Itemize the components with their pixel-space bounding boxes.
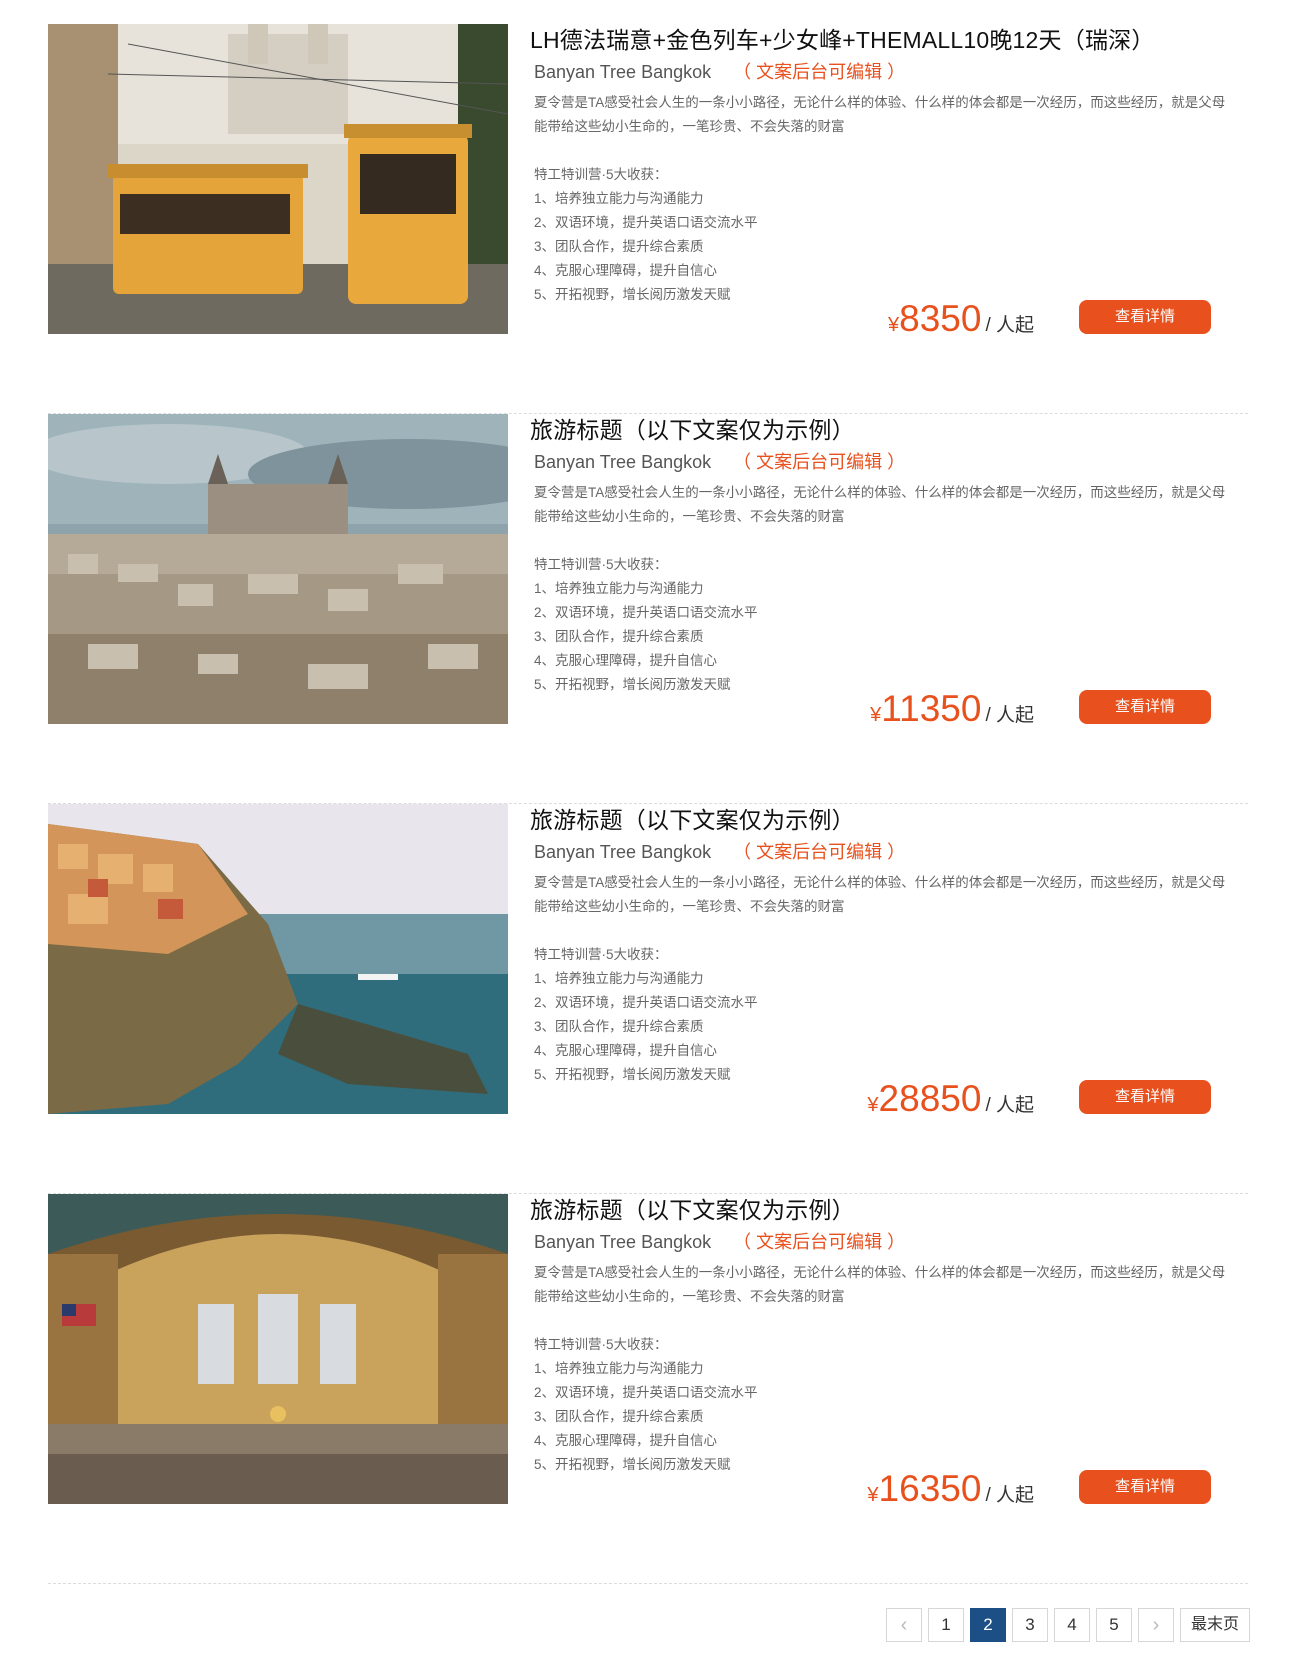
currency-symbol: ¥ <box>888 314 900 336</box>
prev-page-button[interactable]: ‹ <box>885 1608 922 1642</box>
price-value: 11350 <box>881 688 982 729</box>
tour-description: 夏令营是TA感受社会人生的一条小小路径，无论什么样的体验、什么样的体会都是一次经… <box>534 485 1226 524</box>
hotel-name: Banyan Tree Bangkok <box>534 1232 712 1252</box>
gain-item: 3、团队合作，提升综合素质 <box>534 1409 704 1424</box>
page-3-button[interactable]: 3 <box>1011 1608 1048 1642</box>
tour-subtitle: Banyan Tree Bangkok （ 文案后台可编辑 ） <box>530 839 1302 865</box>
gain-item: 3、团队合作，提升综合素质 <box>534 239 704 254</box>
tour-image-coast[interactable] <box>48 804 508 1114</box>
price-value: 8350 <box>899 298 982 339</box>
price-unit: / 人起 <box>985 1485 1034 1506</box>
tour-image-castle[interactable] <box>48 414 508 724</box>
tour-price: ¥28850/ 人起 <box>867 1078 1034 1120</box>
edit-note: （ 文案后台可编辑 ） <box>733 1232 906 1252</box>
tour-title[interactable]: LH德法瑞意+金色列车+少女峰+THEMALL10晚12天（瑞深） <box>530 24 1302 56</box>
castle-city-photo <box>48 414 508 724</box>
gain-item: 4、克服心理障碍，提升自信心 <box>534 653 718 668</box>
page-4-button[interactable]: 4 <box>1053 1608 1090 1642</box>
tour-description: 夏令营是TA感受社会人生的一条小小路径，无论什么样的体验、什么样的体会都是一次经… <box>534 1265 1226 1304</box>
hotel-name: Banyan Tree Bangkok <box>534 452 712 472</box>
gain-item: 3、团队合作，提升综合素质 <box>534 1019 704 1034</box>
view-details-button[interactable]: 查看详情 <box>1079 690 1211 724</box>
page-1-button[interactable]: 1 <box>927 1608 964 1642</box>
tour-subtitle: Banyan Tree Bangkok （ 文案后台可编辑 ） <box>530 449 1302 475</box>
tour-item: 旅游标题（以下文案仅为示例） Banyan Tree Bangkok （ 文案后台… <box>48 1194 1248 1584</box>
edit-note: （ 文案后台可编辑 ） <box>733 452 906 472</box>
page-5-button[interactable]: 5 <box>1095 1608 1132 1642</box>
gain-item: 2、双语环境，提升英语口语交流水平 <box>534 1385 758 1400</box>
gains-title: 特工特训营·5大收获： <box>534 947 668 962</box>
tour-title[interactable]: 旅游标题（以下文案仅为示例） <box>530 414 1302 446</box>
last-page-button[interactable]: 最末页 <box>1179 1608 1250 1642</box>
edit-note: （ 文案后台可编辑 ） <box>733 62 906 82</box>
currency-symbol: ¥ <box>870 704 882 726</box>
currency-symbol: ¥ <box>867 1094 879 1116</box>
gain-item: 4、克服心理障碍，提升自信心 <box>534 263 718 278</box>
gains-list: 特工特训营·5大收获： 1、培养独立能力与沟通能力 2、双语环境，提升英语口语交… <box>530 1333 1302 1477</box>
tour-item: LH德法瑞意+金色列车+少女峰+THEMALL10晚12天（瑞深） Banyan… <box>48 24 1248 414</box>
next-page-button[interactable]: › <box>1137 1608 1174 1642</box>
tour-description: 夏令营是TA感受社会人生的一条小小路径，无论什么样的体验、什么样的体会都是一次经… <box>534 95 1226 134</box>
tour-price: ¥8350/ 人起 <box>888 298 1034 340</box>
coastal-village-photo <box>48 804 508 1114</box>
tour-title[interactable]: 旅游标题（以下文案仅为示例） <box>530 1194 1302 1226</box>
tour-subtitle: Banyan Tree Bangkok （ 文案后台可编辑 ） <box>530 1229 1302 1255</box>
gains-list: 特工特训营·5大收获： 1、培养独立能力与沟通能力 2、双语环境，提升英语口语交… <box>530 163 1302 307</box>
hotel-name: Banyan Tree Bangkok <box>534 62 712 82</box>
gain-item: 4、克服心理障碍，提升自信心 <box>534 1043 718 1058</box>
price-unit: / 人起 <box>985 315 1034 336</box>
view-details-button[interactable]: 查看详情 <box>1079 1080 1211 1114</box>
tour-list: LH德法瑞意+金色列车+少女峰+THEMALL10晚12天（瑞深） Banyan… <box>48 24 1248 1584</box>
gain-item: 2、双语环境，提升英语口语交流水平 <box>534 605 758 620</box>
tour-image-tram[interactable] <box>48 24 508 334</box>
tram-photo <box>48 24 508 334</box>
gain-item: 1、培养独立能力与沟通能力 <box>534 581 704 596</box>
currency-symbol: ¥ <box>867 1484 879 1506</box>
gains-list: 特工特训营·5大收获： 1、培养独立能力与沟通能力 2、双语环境，提升英语口语交… <box>530 553 1302 697</box>
gain-item: 2、双语环境，提升英语口语交流水平 <box>534 995 758 1010</box>
page-2-button[interactable]: 2 <box>969 1608 1006 1642</box>
tour-image-terminal[interactable] <box>48 1194 508 1504</box>
gain-item: 1、培养独立能力与沟通能力 <box>534 971 704 986</box>
pagination: ‹ 1 2 3 4 5 › 最末页 <box>885 1608 1250 1642</box>
price-value: 16350 <box>878 1468 982 1509</box>
tour-subtitle: Banyan Tree Bangkok （ 文案后台可编辑 ） <box>530 59 1302 85</box>
tour-item: 旅游标题（以下文案仅为示例） Banyan Tree Bangkok （ 文案后台… <box>48 414 1248 804</box>
tour-description: 夏令营是TA感受社会人生的一条小小路径，无论什么样的体验、什么样的体会都是一次经… <box>534 875 1226 914</box>
gain-item: 1、培养独立能力与沟通能力 <box>534 191 704 206</box>
gain-item: 4、克服心理障碍，提升自信心 <box>534 1433 718 1448</box>
gains-title: 特工特训营·5大收获： <box>534 167 668 182</box>
gain-item: 1、培养独立能力与沟通能力 <box>534 1361 704 1376</box>
gains-list: 特工特训营·5大收获： 1、培养独立能力与沟通能力 2、双语环境，提升英语口语交… <box>530 943 1302 1087</box>
edit-note: （ 文案后台可编辑 ） <box>733 842 906 862</box>
tour-price: ¥11350/ 人起 <box>870 688 1034 730</box>
gains-title: 特工特训营·5大收获： <box>534 557 668 572</box>
view-details-button[interactable]: 查看详情 <box>1079 1470 1211 1504</box>
tour-title[interactable]: 旅游标题（以下文案仅为示例） <box>530 804 1302 836</box>
hotel-name: Banyan Tree Bangkok <box>534 842 712 862</box>
price-value: 28850 <box>878 1078 982 1119</box>
tour-item: 旅游标题（以下文案仅为示例） Banyan Tree Bangkok （ 文案后台… <box>48 804 1248 1194</box>
gain-item: 3、团队合作，提升综合素质 <box>534 629 704 644</box>
grand-terminal-photo <box>48 1194 508 1504</box>
tour-price: ¥16350/ 人起 <box>867 1468 1034 1510</box>
view-details-button[interactable]: 查看详情 <box>1079 300 1211 334</box>
price-unit: / 人起 <box>985 1095 1034 1116</box>
price-unit: / 人起 <box>985 705 1034 726</box>
gains-title: 特工特训营·5大收获： <box>534 1337 668 1352</box>
gain-item: 2、双语环境，提升英语口语交流水平 <box>534 215 758 230</box>
